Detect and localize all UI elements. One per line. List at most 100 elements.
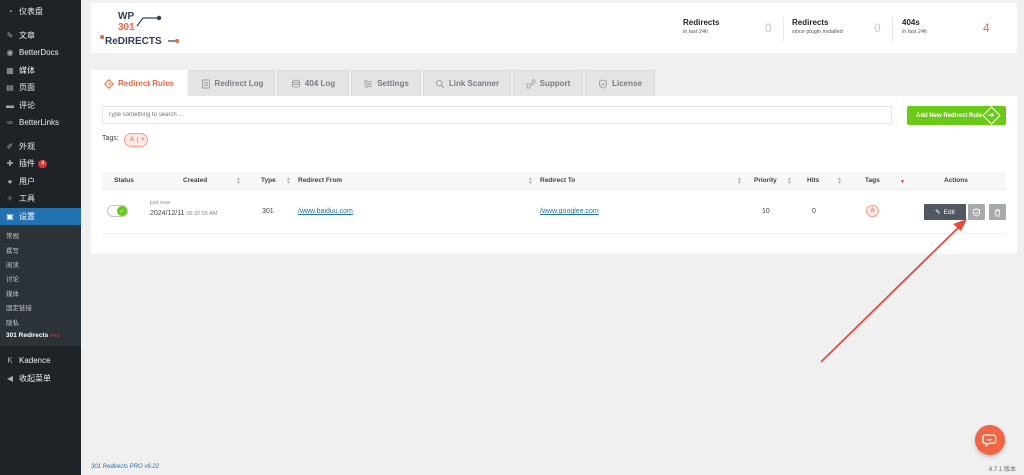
sidebar-item-comments[interactable]: ▬ 评论	[0, 97, 81, 115]
stat-title: 404s	[902, 18, 920, 27]
check-icon: ✓	[117, 206, 127, 216]
logo-301-text: 301	[118, 22, 135, 33]
status-toggle[interactable]: ✓	[107, 205, 128, 217]
tab-404-log[interactable]: 404 Log	[277, 70, 349, 96]
table-header: Status Created ▲ ▼ Type ▲ ▼ Redirect From …	[102, 172, 1006, 190]
submenu-item-general[interactable]: 常规	[0, 228, 81, 242]
search-input[interactable]	[102, 106, 892, 124]
column-header-tags: Tags	[865, 177, 880, 184]
pin-icon: ✎	[6, 30, 14, 40]
tab-redirect-log[interactable]: Redirect Log	[189, 70, 275, 96]
sidebar-item-betterdocs[interactable]: ◉ BetterDocs	[0, 44, 81, 62]
row-tag: A	[866, 205, 879, 217]
sidebar-item-kadence[interactable]: K Kadence	[0, 352, 81, 370]
tab-support[interactable]: Support	[513, 70, 583, 96]
redirect-rules-panel: Add New Redirect Rule ➔ Tags: A × Status…	[91, 96, 1017, 254]
stat-title: Redirects	[792, 18, 829, 27]
tab-label: License	[612, 79, 642, 88]
collapse-menu-button[interactable]: ◀ 收起菜单	[0, 370, 81, 388]
sidebar-item-appearance[interactable]: ✐ 外观	[0, 138, 81, 156]
column-header-hits[interactable]: Hits	[807, 177, 819, 184]
search-icon	[435, 79, 445, 88]
delete-button[interactable]	[989, 204, 1006, 220]
plugin-header: WP 301 ReDIRECTS Redirects in last 24h 0…	[91, 3, 1017, 53]
sidebar-item-label: 工具	[19, 194, 35, 204]
add-new-redirect-rule-button[interactable]: Add New Redirect Rule ➔	[907, 106, 1006, 125]
sort-icon[interactable]: ▲ ▼	[528, 177, 533, 186]
tags-filter-select[interactable]: A ×	[124, 133, 148, 147]
plugin-tabs: Redirect Rules Redirect Log 404 Log Sett…	[91, 70, 657, 96]
media-icon: ▦	[6, 65, 14, 75]
table-row: ✓ just now 2024/12/11 06:32:55 AM 301 /w…	[102, 192, 1006, 234]
column-header-created[interactable]: Created	[183, 177, 207, 184]
chat-bubble-icon	[982, 434, 997, 447]
logo-wp-text: WP	[118, 11, 134, 22]
sort-icon[interactable]: ▲ ▼	[737, 177, 742, 186]
sort-icon[interactable]: ▲ ▼	[837, 177, 842, 186]
column-header-priority[interactable]: Priority	[754, 177, 777, 184]
submenu-item-privacy[interactable]: 隐私	[0, 314, 81, 328]
sort-icon[interactable]: ▲ ▼	[286, 177, 291, 186]
sliders-icon	[364, 79, 373, 88]
column-header-redirect-to[interactable]: Redirect To	[540, 177, 575, 184]
redirect-type: 301	[262, 208, 274, 215]
tab-label: Support	[539, 79, 571, 88]
sort-icon[interactable]: ▲ ▼	[236, 177, 241, 186]
sidebar-item-users[interactable]: ● 用户	[0, 173, 81, 191]
submenu-item-301-redirects[interactable]: 301 Redirects PRO	[0, 329, 81, 343]
redirect-to-link[interactable]: /www.googlee.com	[540, 208, 599, 215]
sidebar-item-label: 媒体	[19, 65, 35, 75]
stat-value: 0	[874, 21, 881, 35]
plugin-icon: ✚	[6, 159, 14, 169]
submenu-item-label: 301 Redirects	[6, 332, 49, 340]
redirect-from-link[interactable]: /www.baiduu.com	[298, 208, 353, 215]
database-icon	[291, 79, 300, 88]
sidebar-item-posts[interactable]: ✎ 文章	[0, 27, 81, 45]
column-header-redirect-from[interactable]: Redirect From	[298, 177, 342, 184]
sidebar-item-label: 外观	[19, 141, 35, 151]
submenu-item-reading[interactable]: 阅读	[0, 257, 81, 271]
sidebar-item-pages[interactable]: ▤ 页面	[0, 79, 81, 97]
settings-submenu: 常规 撰写 阅读 讨论 媒体 固定链接 隐私 301 Redirects PRO	[0, 225, 81, 347]
sidebar-item-settings[interactable]: ▣ 设置	[0, 207, 81, 225]
submenu-item-discussion[interactable]: 讨论	[0, 271, 81, 285]
sidebar-item-label: 设置	[19, 211, 35, 221]
tab-license[interactable]: License	[585, 70, 655, 96]
submenu-item-media[interactable]: 媒体	[0, 286, 81, 300]
column-header-actions: Actions	[944, 177, 968, 184]
sidebar-item-label: 仪表盘	[19, 7, 43, 17]
edit-button[interactable]: ✎ Edit	[924, 204, 966, 220]
help-chat-button[interactable]	[975, 425, 1005, 455]
sidebar-item-label: 文章	[19, 30, 35, 40]
sidebar-item-plugins[interactable]: ✚ 插件 4	[0, 155, 81, 173]
stat-redirects-24h: Redirects in last 24h	[683, 18, 719, 35]
submenu-item-permalinks[interactable]: 固定链接	[0, 300, 81, 314]
sidebar-item-dashboard[interactable]: ◔ 仪表盘	[0, 3, 81, 21]
plugin-version-footer: 301 Redirects PRO v6.22	[91, 464, 160, 470]
divider	[892, 17, 893, 41]
diamond-arrow-icon	[104, 78, 114, 89]
remove-tag-icon[interactable]: ×	[137, 137, 145, 143]
stat-value: 4	[983, 21, 990, 35]
column-header-status: Status	[114, 177, 134, 184]
sidebar-item-tools[interactable]: ✧ 工具	[0, 190, 81, 208]
logo-redirects-text: ReDIRECTS	[105, 36, 162, 47]
stat-subtitle: in last 24h	[902, 29, 928, 35]
sort-icon[interactable]: ▲ ▼	[787, 177, 792, 186]
tags-filter-caret-icon[interactable]: ▼	[900, 180, 905, 185]
submenu-item-writing[interactable]: 撰写	[0, 242, 81, 256]
wp-version-footer: 6.7.1 版本	[988, 467, 1016, 473]
sidebar-item-label: 评论	[19, 100, 35, 110]
admin-sidebar: ◔ 仪表盘 ✎ 文章 ◉ BetterDocs ▦ 媒体 ▤ 页面 ▬ 评论 ∞ Better…	[0, 0, 81, 475]
stat-404s-24h: 404s in last 24h	[902, 18, 927, 35]
plugin-update-badge: 4	[38, 159, 48, 168]
tab-link-scanner[interactable]: Link Scanner	[423, 70, 511, 96]
tab-redirect-rules[interactable]: Redirect Rules	[91, 70, 187, 96]
created-datetime: 2024/12/11 06:32:55 AM	[150, 210, 217, 217]
tab-settings[interactable]: Settings	[351, 70, 421, 96]
column-header-type[interactable]: Type	[261, 177, 276, 184]
sidebar-item-media[interactable]: ▦ 媒体	[0, 62, 81, 80]
sidebar-item-betterlinks[interactable]: ∞ BetterLinks	[0, 114, 81, 132]
clone-button[interactable]	[968, 204, 985, 220]
stat-subtitle: since plugin installed	[792, 29, 843, 35]
